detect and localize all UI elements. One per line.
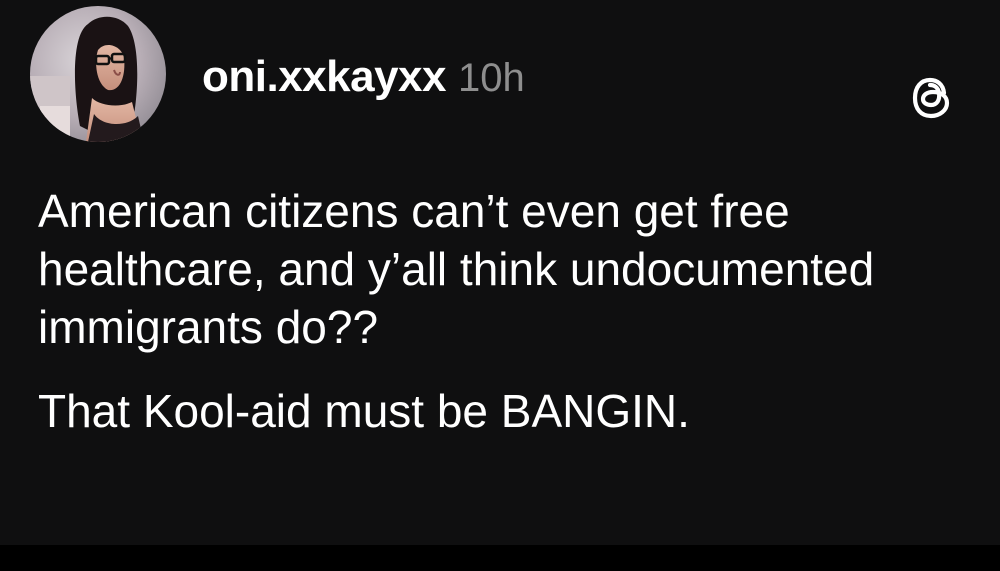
bottom-edge (0, 545, 1000, 571)
post-paragraph: American citizens can’t even get free he… (38, 185, 875, 353)
avatar[interactable] (30, 6, 166, 142)
threads-icon[interactable] (906, 72, 958, 124)
threads-logo-icon (912, 77, 950, 119)
post-timestamp: 10h (458, 56, 525, 100)
avatar-photo (30, 6, 166, 142)
post-body: American citizens can’t even get free he… (38, 182, 978, 440)
post-header: oni.xxkayxx 10h (202, 52, 525, 104)
username-link[interactable]: oni.xxkayxx (202, 52, 447, 102)
threads-post-card: oni.xxkayxx 10h American citizens can’t … (0, 0, 1000, 545)
post-paragraph: That Kool-aid must be BANGIN. (38, 385, 690, 437)
